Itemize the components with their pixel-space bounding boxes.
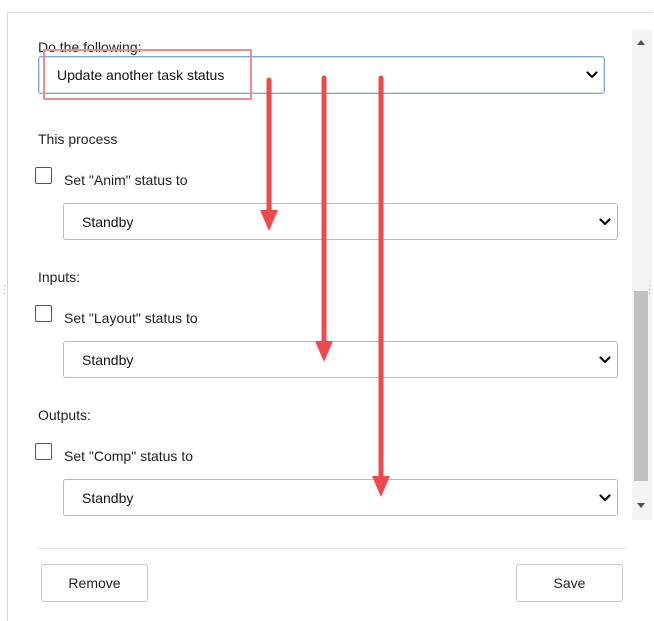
scroll-down-arrow-icon[interactable] <box>636 502 646 510</box>
chevron-down-icon <box>586 71 598 79</box>
chevron-down-icon <box>599 217 611 225</box>
anim-status-checkbox[interactable] <box>35 167 52 184</box>
layout-status-select[interactable]: Standby <box>63 341 618 378</box>
anim-status-label: Set "Anim" status to <box>64 172 188 188</box>
layout-status-value: Standby <box>82 351 134 368</box>
inputs-heading: Inputs: <box>38 269 81 285</box>
scrollbar-thumb[interactable] <box>634 291 648 481</box>
resize-grip-left[interactable]: · · · <box>3 281 6 299</box>
layout-status-label: Set "Layout" status to <box>64 310 198 326</box>
this-process-heading: This process <box>38 131 118 147</box>
resize-grip-right[interactable]: · · · <box>648 281 651 299</box>
outputs-heading: Outputs: <box>38 407 91 423</box>
scroll-up-arrow-icon[interactable] <box>636 38 646 46</box>
comp-status-label: Set "Comp" status to <box>64 448 193 464</box>
anim-status-value: Standby <box>82 213 134 230</box>
comp-status-checkbox[interactable] <box>35 443 52 460</box>
comp-status-value: Standby <box>82 489 134 506</box>
comp-status-select[interactable]: Standby <box>63 479 618 516</box>
anim-status-select[interactable]: Standby <box>63 203 618 240</box>
chevron-down-icon <box>599 493 611 501</box>
layout-status-checkbox[interactable] <box>35 305 52 322</box>
chevron-down-icon <box>599 355 611 363</box>
footer-divider <box>37 548 627 549</box>
annotation-highlight-box <box>43 49 252 100</box>
remove-button[interactable]: Remove <box>41 564 148 602</box>
save-button[interactable]: Save <box>516 564 623 602</box>
